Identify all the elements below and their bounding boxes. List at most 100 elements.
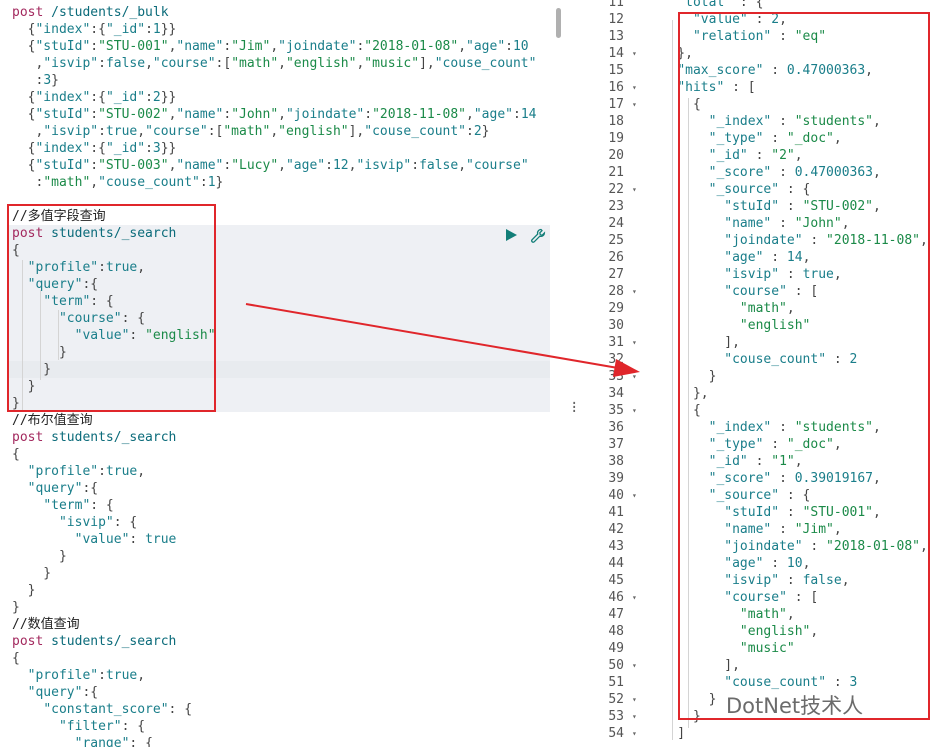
code-token: "range": [74, 736, 130, 747]
code-line: }: [12, 548, 67, 565]
code-token: "course": [466, 158, 529, 173]
code-token: }: [12, 583, 36, 598]
code-token: :{: [82, 481, 99, 496]
fold-toggle-icon[interactable]: ▾: [632, 589, 637, 606]
wrench-icon[interactable]: [530, 228, 546, 244]
code-token: "english": [285, 56, 357, 71]
code-token: : {: [113, 515, 138, 530]
line-number: 42: [608, 522, 624, 537]
code-token: :: [325, 158, 333, 173]
code-token: ,: [270, 124, 279, 139]
fold-toggle-icon[interactable]: ▾: [632, 334, 637, 351]
code-token: :: [129, 532, 146, 547]
code-token: "profile": [27, 668, 99, 683]
line-number: 50: [608, 658, 624, 673]
line-number: 13: [608, 29, 624, 44]
line-number: 34: [608, 386, 624, 401]
code-token: {: [12, 90, 36, 105]
vertical-dots-icon[interactable]: · · ·: [570, 397, 578, 419]
line-number: 52: [608, 692, 624, 707]
code-token: :: [98, 464, 106, 479]
code-line: "isvip": {: [12, 514, 137, 531]
code-line: "total" : {: [646, 0, 763, 11]
fold-toggle-icon[interactable]: ▾: [632, 181, 637, 198]
code-token: :: [223, 158, 232, 173]
fold-toggle-icon[interactable]: ▾: [632, 691, 637, 708]
fold-toggle-icon[interactable]: ▾: [632, 487, 637, 504]
code-token: "Lucy": [231, 158, 279, 173]
code-token: ,: [137, 668, 146, 683]
fold-toggle-icon[interactable]: ▾: [632, 708, 637, 725]
code-line: {"stuId":"STU-002","name":"John","joinda…: [12, 106, 537, 123]
code-line: "filter": {: [12, 718, 145, 735]
code-line: "profile":true,: [12, 667, 145, 684]
fold-toggle-icon[interactable]: ▾: [632, 283, 637, 300]
code-token: ,: [458, 158, 467, 173]
line-number: 26: [608, 250, 624, 265]
code-token: true: [105, 668, 138, 683]
line-number: 45: [608, 573, 624, 588]
code-token: :: [223, 107, 232, 122]
code-token: "name": [176, 39, 224, 54]
code-line: :"math","couse_count":1}: [12, 174, 223, 191]
code-token: :{: [82, 685, 99, 700]
line-number: 51: [608, 675, 624, 690]
line-number: 14: [608, 46, 624, 61]
code-line: {"index":{"_id":3}}: [12, 140, 177, 157]
code-token: post: [12, 430, 44, 445]
code-token: "_id": [105, 90, 146, 105]
code-token: "isvip": [43, 124, 99, 139]
code-token: "english": [278, 124, 349, 139]
code-token: :: [145, 141, 153, 156]
line-number: 46: [608, 590, 624, 605]
fold-toggle-icon[interactable]: ▾: [632, 402, 637, 419]
code-token: ,: [137, 124, 146, 139]
code-token: 2: [152, 90, 161, 105]
code-token: post: [12, 634, 44, 649]
code-token: 3: [43, 73, 52, 88]
line-number: 43: [608, 539, 624, 554]
fold-toggle-icon[interactable]: ▾: [632, 96, 637, 113]
code-token: :{: [90, 22, 106, 37]
fold-toggle-icon[interactable]: ▾: [632, 368, 637, 385]
line-number: 18: [608, 114, 624, 129]
code-token: "name": [176, 158, 224, 173]
code-token: "Jim": [231, 39, 271, 54]
code-token: "2018-01-08": [364, 39, 459, 54]
code-token: "stuId": [35, 158, 91, 173]
code-token: :[: [215, 56, 232, 71]
code-token: :: [364, 107, 373, 122]
code-token: true: [145, 532, 177, 547]
code-token: 3: [152, 141, 161, 156]
fold-toggle-icon[interactable]: ▾: [632, 79, 637, 96]
line-number: 40: [608, 488, 624, 503]
line-number: 30: [608, 318, 624, 333]
line-number: 11: [608, 0, 624, 10]
code-token: "constant_score": [43, 702, 169, 717]
line-number: 31: [608, 335, 624, 350]
request-editor-pane[interactable]: post /students/_bulk {"index":{"_id":1}}…: [0, 0, 582, 747]
code-token: "filter": [58, 719, 122, 734]
fold-toggle-icon[interactable]: ▾: [632, 657, 637, 674]
code-token: 12: [332, 158, 349, 173]
fold-toggle-icon[interactable]: ▾: [632, 725, 637, 742]
code-line: }: [12, 565, 51, 582]
code-token: "music": [364, 56, 420, 71]
code-token: "value": [74, 532, 130, 547]
editor-scrollbar[interactable]: [556, 8, 561, 38]
code-token: }: [481, 124, 490, 139]
code-token: : {: [168, 702, 193, 717]
fold-toggle-icon[interactable]: ▾: [632, 45, 637, 62]
line-number: 12: [608, 12, 624, 27]
code-token: "STU-003": [98, 158, 169, 173]
line-number: 48: [608, 624, 624, 639]
code-token: ,: [12, 124, 44, 139]
code-token: false: [419, 158, 459, 173]
code-token: :: [98, 56, 106, 71]
play-icon[interactable]: [504, 228, 518, 242]
line-number: 41: [608, 505, 624, 520]
code-token: "query": [27, 481, 83, 496]
code-token: "math": [223, 124, 271, 139]
